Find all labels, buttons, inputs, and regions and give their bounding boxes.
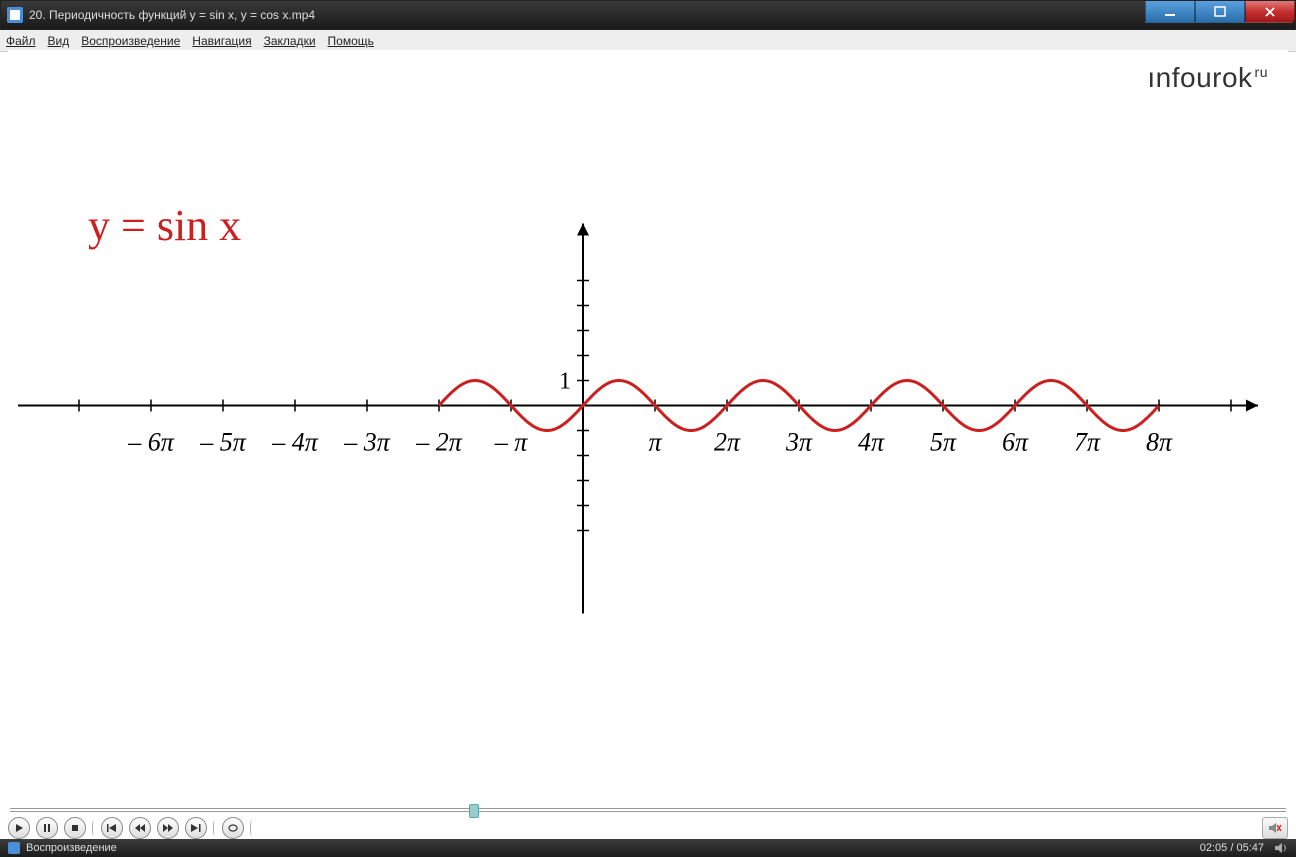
svg-text:– π: – π <box>494 428 529 457</box>
svg-text:2π: 2π <box>714 428 741 457</box>
separator <box>250 820 253 836</box>
play-button[interactable] <box>8 817 30 839</box>
mute-button[interactable] <box>1262 817 1288 839</box>
close-button[interactable] <box>1245 1 1295 23</box>
menu-view[interactable]: Вид <box>48 34 70 48</box>
svg-text:3π: 3π <box>785 428 813 457</box>
menu-navigation[interactable]: Навигация <box>192 34 251 48</box>
menu-bar: Файл Вид Воспроизведение Навигация Закла… <box>0 30 1296 52</box>
rewind-button[interactable] <box>129 817 151 839</box>
window-titlebar: 20. Периодичность функций y = sin x, y =… <box>0 0 1296 30</box>
separator <box>92 820 95 836</box>
time-display: 02:05 / 05:47 <box>1200 842 1264 854</box>
svg-text:– 4π: – 4π <box>271 428 319 457</box>
svg-text:1: 1 <box>559 369 571 395</box>
status-label: Воспроизведение <box>26 842 117 854</box>
svg-text:– 2π: – 2π <box>415 428 463 457</box>
video-content: ınfourokru y = sin x – 6π– 5π– 4π– 3π– 2… <box>8 50 1288 797</box>
menu-playback[interactable]: Воспроизведение <box>81 34 180 48</box>
svg-text:5π: 5π <box>930 428 957 457</box>
window-title: 20. Периодичность функций y = sin x, y =… <box>29 8 315 22</box>
window-buttons <box>1145 1 1295 22</box>
pause-button[interactable] <box>36 817 58 839</box>
app-icon <box>7 7 23 23</box>
next-track-button[interactable] <box>185 817 207 839</box>
minimize-button[interactable] <box>1145 1 1195 23</box>
svg-text:– 3π: – 3π <box>343 428 391 457</box>
playback-controls <box>8 817 1288 839</box>
seek-thumb[interactable] <box>469 804 479 818</box>
menu-bookmarks[interactable]: Закладки <box>264 34 316 48</box>
loop-button[interactable] <box>222 817 244 839</box>
menu-help[interactable]: Помощь <box>328 34 374 48</box>
status-icon <box>8 842 20 854</box>
svg-text:8π: 8π <box>1146 428 1173 457</box>
chart-plot: – 6π – 5π – 4π – 3π – 2π – π π 2π 3π 4π 5π 6π 7π 8π 1 <box>8 50 1288 797</box>
svg-text:– 5π: – 5π <box>199 428 247 457</box>
volume-indicator-icon[interactable] <box>1274 842 1288 854</box>
svg-text:6π: 6π <box>1002 428 1029 457</box>
stop-button[interactable] <box>64 817 86 839</box>
seek-bar[interactable] <box>10 803 1286 817</box>
menu-file[interactable]: Файл <box>6 34 36 48</box>
prev-track-button[interactable] <box>101 817 123 839</box>
svg-text:– 6π: – 6π <box>127 428 175 457</box>
svg-text:7π: 7π <box>1074 428 1101 457</box>
forward-button[interactable] <box>157 817 179 839</box>
status-bar: Воспроизведение 02:05 / 05:47 <box>0 839 1296 857</box>
svg-text:π: π <box>648 428 662 457</box>
maximize-button[interactable] <box>1195 1 1245 23</box>
svg-text:4π: 4π <box>858 428 885 457</box>
separator <box>213 820 216 836</box>
